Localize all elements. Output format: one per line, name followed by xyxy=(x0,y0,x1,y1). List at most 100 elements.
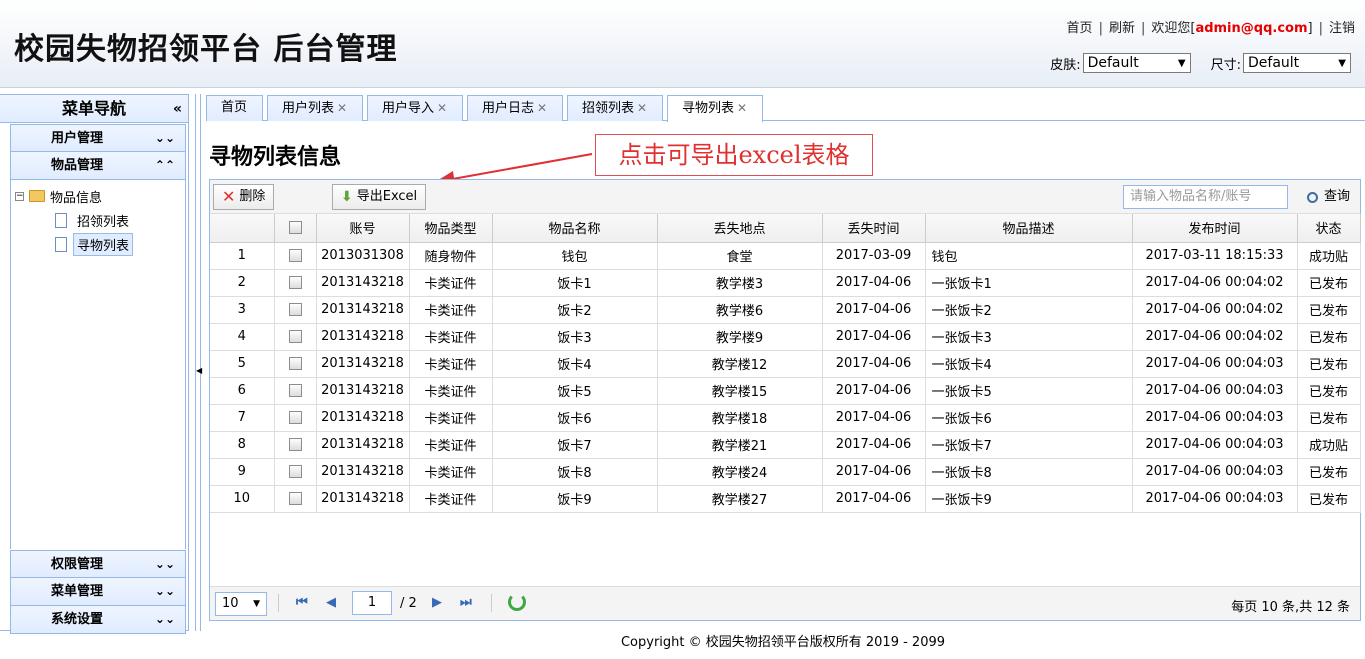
refresh-link[interactable]: 刷新 xyxy=(1109,17,1135,36)
table-row[interactable]: 2 2013143218 卡类证件 饭卡1 教学楼3 2017-04-06 一张饭卡1 201… xyxy=(210,269,1361,297)
tab-found-list[interactable]: 招领列表 ✕ xyxy=(567,95,663,121)
collapse-left-icon[interactable]: « xyxy=(173,95,182,123)
tree-leaf-label: 招领列表 xyxy=(77,214,130,230)
cell-publish-time: 2017-04-06 00:04:02 xyxy=(1132,296,1298,324)
accordion-items[interactable]: 物品管理 ⌃⌃ xyxy=(10,152,186,180)
table-row[interactable]: 3 2013143218 卡类证件 饭卡2 教学楼6 2017-04-06 一张饭卡2 201… xyxy=(210,296,1361,324)
logout-link[interactable]: 注销 xyxy=(1329,17,1355,36)
next-page-icon[interactable]: ▶ xyxy=(432,595,442,610)
tree-leaf-lost-list[interactable]: 寻物列表 xyxy=(15,232,185,256)
collapse-icon[interactable]: − xyxy=(15,191,24,201)
cell-type: 卡类证件 xyxy=(409,485,493,513)
row-select-cell[interactable] xyxy=(274,350,317,378)
table-row[interactable]: 10 2013143218 卡类证件 饭卡9 教学楼27 2017-04-06 一张饭卡9 2… xyxy=(210,485,1361,513)
delete-button[interactable]: ✕ 删除 xyxy=(213,184,275,210)
table-row[interactable]: 1 2013031308 随身物件 钱包 食堂 2017-03-09 钱包 2017-03-1… xyxy=(210,242,1361,270)
prev-page-icon[interactable]: ◀ xyxy=(326,595,336,610)
brand-title: 校园失物招领平台 后台管理 xyxy=(14,32,398,67)
close-icon[interactable]: ✕ xyxy=(537,101,547,115)
row-checkbox[interactable] xyxy=(288,249,302,262)
cell-publish-time: 2017-03-11 18:15:33 xyxy=(1132,242,1298,270)
col-header-name[interactable]: 物品名称 xyxy=(492,214,658,243)
last-page-icon[interactable]: ⏭ xyxy=(460,595,472,610)
table-row[interactable]: 6 2013143218 卡类证件 饭卡5 教学楼15 2017-04-06 一张饭卡5 20… xyxy=(210,377,1361,405)
col-header-location[interactable]: 丢失地点 xyxy=(657,214,823,243)
close-icon[interactable]: ✕ xyxy=(637,101,647,115)
row-checkbox[interactable] xyxy=(288,411,302,424)
select-all-header[interactable] xyxy=(274,214,317,243)
table-row[interactable]: 8 2013143218 卡类证件 饭卡7 教学楼21 2017-04-06 一张饭卡7 20… xyxy=(210,431,1361,459)
row-checkbox[interactable] xyxy=(288,465,302,478)
tab-label: 用户导入 xyxy=(382,101,435,116)
col-header-lost-time[interactable]: 丢失时间 xyxy=(822,214,926,243)
row-checkbox[interactable] xyxy=(288,330,302,343)
cell-status: 已发布 xyxy=(1297,404,1361,432)
row-select-cell[interactable] xyxy=(274,404,317,432)
cell-location: 教学楼12 xyxy=(657,350,823,378)
row-checkbox[interactable] xyxy=(288,357,302,370)
home-link[interactable]: 首页 xyxy=(1067,17,1093,36)
first-page-icon[interactable]: ⏮ xyxy=(296,595,308,610)
table-row[interactable]: 4 2013143218 卡类证件 饭卡3 教学楼9 2017-04-06 一张饭卡3 201… xyxy=(210,323,1361,351)
cell-location: 教学楼24 xyxy=(657,458,823,486)
row-checkbox[interactable] xyxy=(288,492,302,505)
page-number-input[interactable]: 1 xyxy=(352,591,392,615)
row-number: 5 xyxy=(210,350,275,378)
row-checkbox[interactable] xyxy=(288,276,302,289)
accordion-menu[interactable]: 菜单管理 ⌄⌄ xyxy=(10,578,186,606)
col-header-account[interactable]: 账号 xyxy=(316,214,410,243)
row-checkbox[interactable] xyxy=(288,303,302,316)
cell-location: 食堂 xyxy=(657,242,823,270)
col-header-status[interactable]: 状态 xyxy=(1297,214,1361,243)
row-select-cell[interactable] xyxy=(274,458,317,486)
welcome-suffix: ] xyxy=(1307,21,1313,36)
select-all-checkbox[interactable] xyxy=(288,221,302,235)
row-checkbox[interactable] xyxy=(288,438,302,451)
tree-leaf-found-list[interactable]: 招领列表 xyxy=(15,208,185,232)
row-checkbox[interactable] xyxy=(288,384,302,397)
cell-status: 已发布 xyxy=(1297,350,1361,378)
close-icon[interactable]: ✕ xyxy=(437,101,447,115)
cell-account: 2013143218 xyxy=(316,431,410,459)
cell-description: 一张饭卡6 xyxy=(925,404,1133,432)
tree-node-item-info[interactable]: − 物品信息 xyxy=(15,184,185,208)
refresh-icon[interactable] xyxy=(508,593,526,611)
cell-name: 饭卡2 xyxy=(492,296,658,324)
export-excel-button[interactable]: ⬇ 导出Excel xyxy=(332,184,427,210)
chevron-double-down-icon: ⌄⌄ xyxy=(154,557,175,571)
tab-user-import[interactable]: 用户导入 ✕ xyxy=(367,95,463,121)
tab-lost-list[interactable]: 寻物列表 ✕ xyxy=(667,95,763,122)
accordion-system[interactable]: 系统设置 ⌄⌄ xyxy=(10,606,186,634)
table-row[interactable]: 5 2013143218 卡类证件 饭卡4 教学楼12 2017-04-06 一张饭卡4 20… xyxy=(210,350,1361,378)
accordion-users[interactable]: 用户管理 ⌄⌄ xyxy=(10,124,186,152)
row-number: 8 xyxy=(210,431,275,459)
size-select[interactable]: Default ▼ xyxy=(1243,53,1351,73)
tab-home[interactable]: 首页 xyxy=(206,95,263,121)
close-icon[interactable]: ✕ xyxy=(737,101,747,115)
col-header-type[interactable]: 物品类型 xyxy=(409,214,493,243)
row-select-cell[interactable] xyxy=(274,269,317,297)
tab-user-log[interactable]: 用户日志 ✕ xyxy=(467,95,563,121)
annotation-callout: 点击可导出excel表格 xyxy=(595,134,873,176)
row-select-cell[interactable] xyxy=(274,242,317,270)
accordion-permissions[interactable]: 权限管理 ⌄⌄ xyxy=(10,550,186,578)
row-select-cell[interactable] xyxy=(274,323,317,351)
search-input[interactable]: 请输入物品名称/账号 xyxy=(1123,185,1288,209)
page-size-select[interactable]: 10 ▼ xyxy=(215,592,267,616)
skin-select[interactable]: Default ▼ xyxy=(1082,53,1191,73)
row-select-cell[interactable] xyxy=(274,377,317,405)
row-select-cell[interactable] xyxy=(274,485,317,513)
row-number: 3 xyxy=(210,296,275,324)
table-row[interactable]: 9 2013143218 卡类证件 饭卡8 教学楼24 2017-04-06 一张饭卡8 20… xyxy=(210,458,1361,486)
welcome-prefix: 欢迎您[ xyxy=(1151,21,1196,36)
row-select-cell[interactable] xyxy=(274,431,317,459)
query-button[interactable]: 查询 xyxy=(1306,185,1350,209)
col-header-description[interactable]: 物品描述 xyxy=(925,214,1133,243)
cell-status: 已发布 xyxy=(1297,296,1361,324)
close-icon[interactable]: ✕ xyxy=(337,101,347,115)
col-header-publish-time[interactable]: 发布时间 xyxy=(1132,214,1298,243)
accordion-users-label: 用户管理 xyxy=(51,131,104,146)
row-select-cell[interactable] xyxy=(274,296,317,324)
tab-user-list[interactable]: 用户列表 ✕ xyxy=(267,95,363,121)
table-row[interactable]: 7 2013143218 卡类证件 饭卡6 教学楼18 2017-04-06 一张饭卡6 20… xyxy=(210,404,1361,432)
